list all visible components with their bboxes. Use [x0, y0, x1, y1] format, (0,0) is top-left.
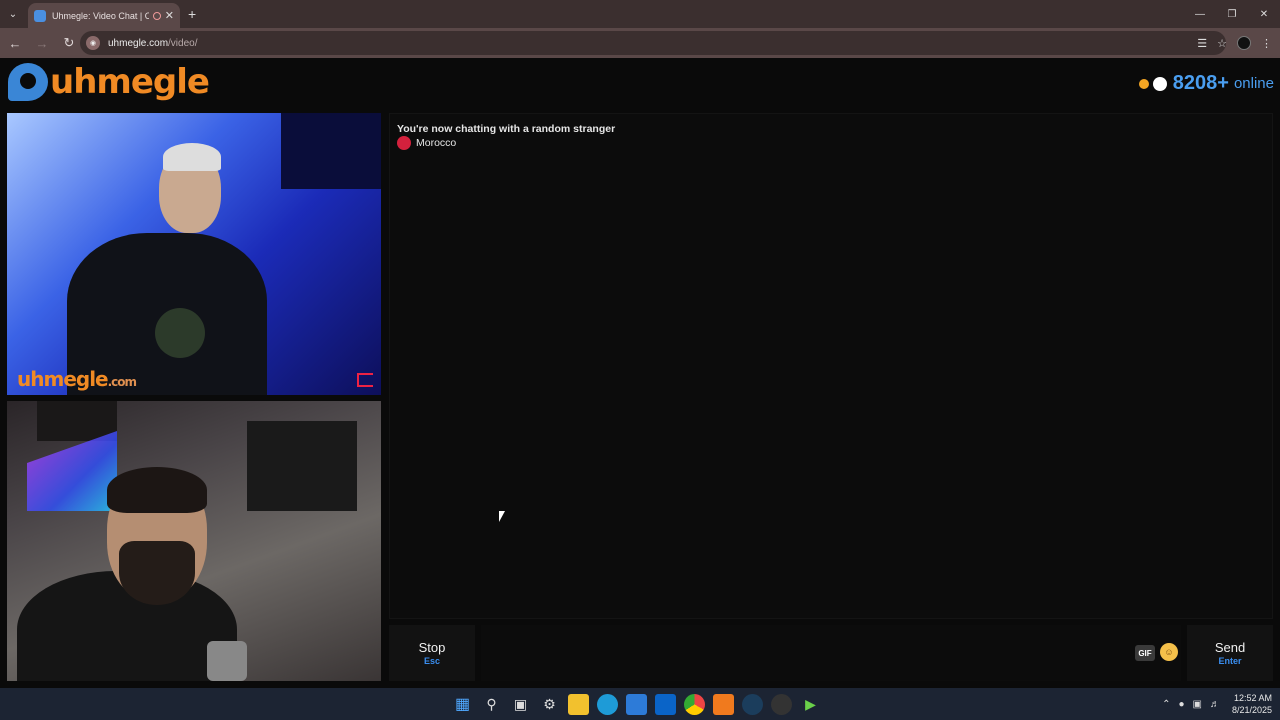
- windows-start-icon[interactable]: ▦: [452, 694, 473, 715]
- chat-log: You're now chatting with a random strang…: [389, 113, 1273, 619]
- chat-status-message: You're now chatting with a random strang…: [397, 123, 616, 135]
- menu-kebab-icon[interactable]: ⋮: [1261, 37, 1272, 50]
- microphone-tray-icon[interactable]: ●: [1178, 699, 1184, 710]
- emoji-icon[interactable]: ☺: [1160, 643, 1178, 661]
- country-name: Morocco: [416, 137, 457, 149]
- task-view-icon[interactable]: ▣: [510, 694, 531, 715]
- logo-bubble-icon: [8, 63, 48, 101]
- forward-icon[interactable]: →: [30, 31, 54, 55]
- mouse-cursor-icon: [499, 511, 505, 522]
- window-controls: — ❐ ✕: [1184, 0, 1280, 28]
- stop-label: Stop: [418, 640, 446, 655]
- gif-button[interactable]: GIF: [1135, 645, 1155, 661]
- stranger-country: Morocco: [397, 136, 456, 150]
- theme-toggle-icon[interactable]: [1152, 76, 1167, 91]
- recording-icon: [152, 11, 161, 20]
- tray-overflow-icon[interactable]: ⌃: [1162, 699, 1170, 710]
- clock-date: 8/21/2025: [1231, 705, 1272, 715]
- send-button[interactable]: Send Enter: [1187, 625, 1273, 681]
- tab-strip: ⌄ Uhmegle: Video Chat | Om ✕ + — ❐ ✕: [0, 0, 1280, 28]
- microphone: [207, 641, 247, 681]
- tab-title: Uhmegle: Video Chat | Om: [52, 10, 149, 21]
- search-icon[interactable]: ⚲: [481, 694, 502, 715]
- site-logo[interactable]: uhmegle: [8, 62, 210, 102]
- obs-icon[interactable]: [771, 693, 792, 715]
- url-path: /video/: [168, 37, 198, 49]
- restore-icon[interactable]: ❐: [1216, 0, 1248, 28]
- stop-shortcut: Esc: [423, 656, 440, 666]
- url-bar[interactable]: ◉ uhmegle.com/video/: [80, 31, 1226, 55]
- address-toolbar: ← → ↻ ◉ uhmegle.com/video/ ☰ ☆ ⋮: [0, 28, 1280, 58]
- clock[interactable]: 12:52 AM 8/21/2025: [1232, 692, 1272, 716]
- logo-text: uhmegle: [50, 62, 210, 102]
- close-window-icon[interactable]: ✕: [1248, 0, 1280, 28]
- send-label: Send: [1214, 640, 1246, 655]
- network-icon[interactable]: ▣: [1193, 699, 1202, 710]
- background-window: [281, 113, 381, 189]
- taskbar: ▦ ⚲ ▣ ⚙ ▶ ⌃ ● ▣ ♬ 12:52 AM 8/21/2025: [0, 688, 1280, 720]
- send-shortcut: Enter: [1218, 656, 1242, 666]
- close-tab-icon[interactable]: ✕: [165, 9, 174, 22]
- chrome-icon[interactable]: [684, 693, 705, 715]
- online-indicator: 8208+ online: [1138, 72, 1274, 95]
- site-header: uhmegle 8208+ online: [0, 58, 1280, 108]
- minimize-icon[interactable]: —: [1184, 0, 1216, 28]
- chat-controls: Stop Esc GIF ☺ Send Enter: [389, 625, 1273, 681]
- new-tab-icon[interactable]: +: [188, 6, 196, 22]
- online-count: 8208+: [1172, 72, 1229, 94]
- self-hair: [107, 467, 207, 513]
- morocco-flag-icon: [397, 136, 411, 150]
- settings-gear-icon[interactable]: ⚙: [539, 694, 560, 715]
- store-icon[interactable]: [626, 693, 647, 715]
- bookmark-star-icon[interactable]: ☆: [1217, 37, 1227, 50]
- video-watermark: uhmegle.com: [17, 367, 137, 391]
- taskbar-apps: ▦ ⚲ ▣ ⚙ ▶: [452, 688, 821, 720]
- back-icon[interactable]: ←: [3, 31, 27, 55]
- system-tray: ⌃ ● ▣ ♬ 12:52 AM 8/21/2025: [1162, 688, 1272, 720]
- shirt-graphic: [155, 308, 205, 358]
- url-text: uhmegle.com/video/: [108, 38, 198, 49]
- watermark-text: uhmegle: [17, 367, 109, 391]
- steam-icon[interactable]: [742, 693, 763, 715]
- url-host: uhmegle.com: [108, 37, 169, 49]
- background-monitor: [247, 421, 357, 511]
- stop-button[interactable]: Stop Esc: [389, 625, 475, 681]
- neon-art: [27, 431, 117, 511]
- tab-search-icon[interactable]: ⌄: [0, 0, 26, 28]
- stranger-cap: [163, 143, 221, 171]
- edge-icon[interactable]: [597, 693, 618, 715]
- translate-icon[interactable]: ☰: [1197, 37, 1207, 50]
- message-input[interactable]: [481, 625, 1181, 681]
- online-label: online: [1233, 75, 1274, 92]
- report-flag-icon[interactable]: [357, 373, 373, 387]
- self-video: [7, 401, 381, 681]
- media-player-icon[interactable]: ▶: [800, 694, 821, 715]
- clock-time: 12:52 AM: [1233, 693, 1272, 703]
- self-beard: [119, 541, 195, 605]
- outlook-icon[interactable]: [655, 693, 676, 715]
- aimp-icon[interactable]: [713, 693, 734, 715]
- site-info-icon[interactable]: ◉: [86, 36, 100, 50]
- uhmegle-favicon-icon: [34, 9, 46, 22]
- volume-icon[interactable]: ♬: [1210, 699, 1220, 710]
- watermark-suffix: .com: [107, 375, 137, 389]
- status-dot-icon: [1138, 78, 1149, 89]
- reload-icon[interactable]: ↻: [57, 31, 81, 55]
- tab-uhmegle[interactable]: Uhmegle: Video Chat | Om ✕: [28, 3, 180, 28]
- file-explorer-icon[interactable]: [568, 693, 589, 715]
- profile-avatar[interactable]: [1237, 36, 1251, 50]
- shelf: [37, 401, 117, 441]
- toolbar-actions: ☰ ☆ ⋮: [1197, 28, 1272, 58]
- stranger-video: uhmegle.com: [7, 113, 381, 395]
